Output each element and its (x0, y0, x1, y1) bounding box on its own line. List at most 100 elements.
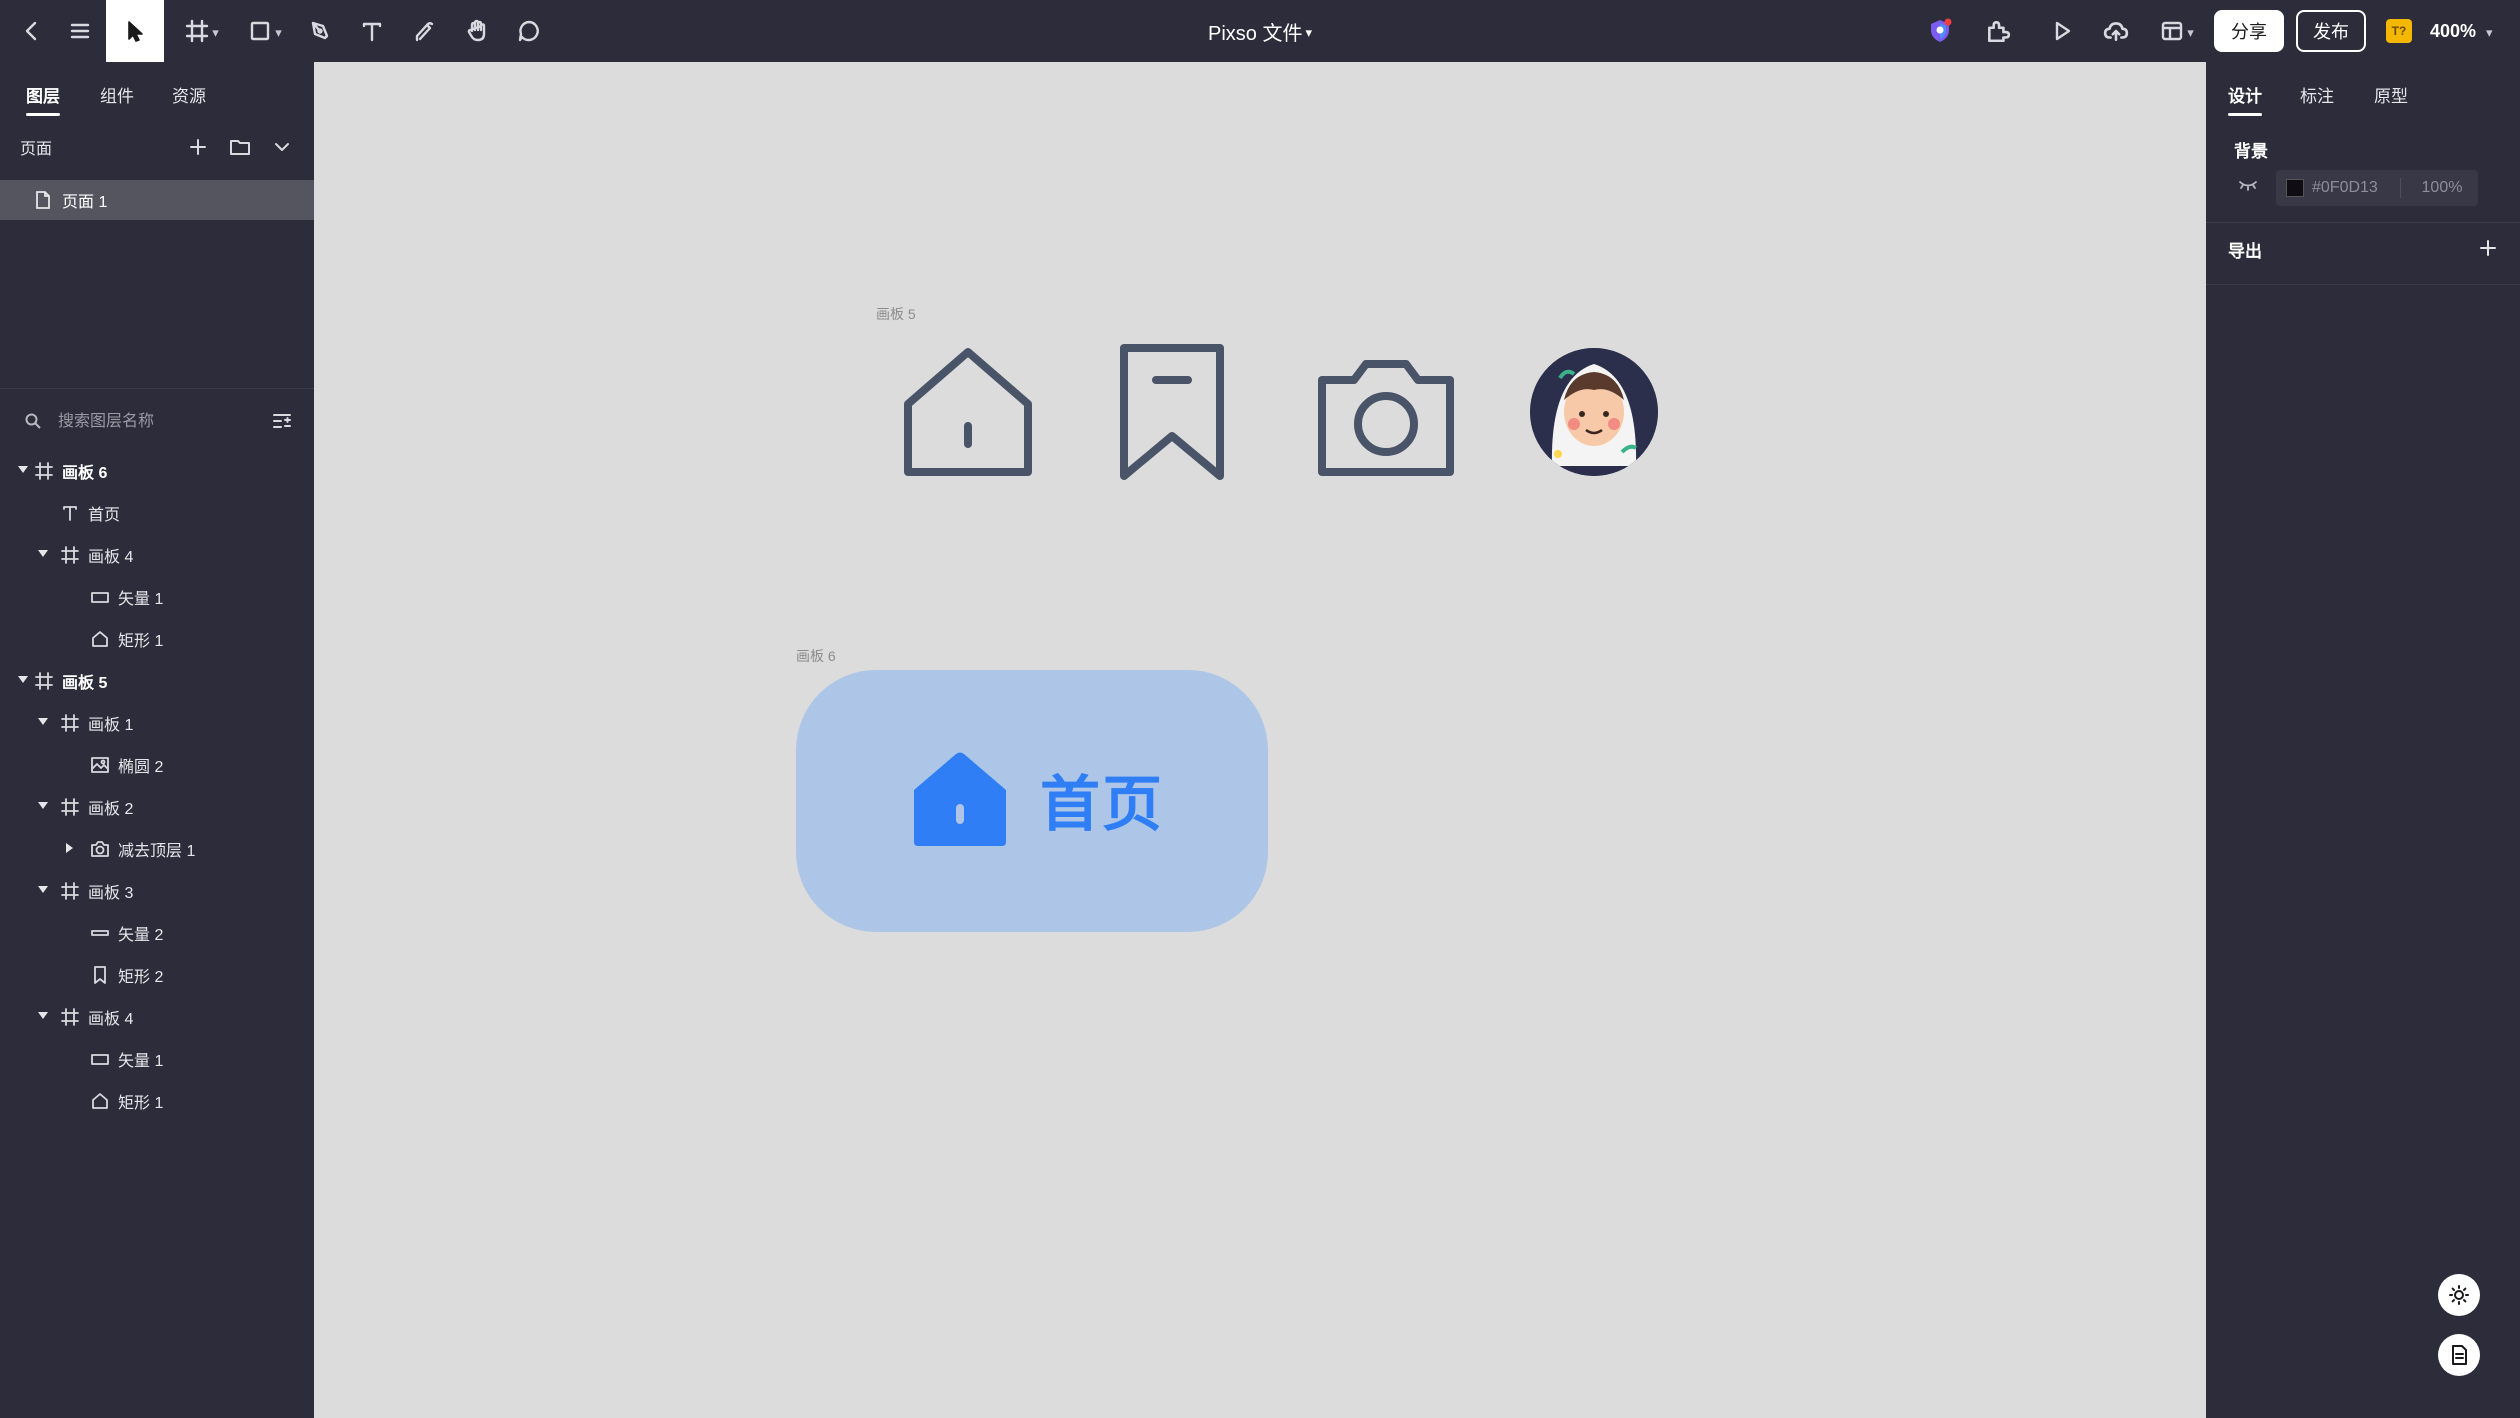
right-panel: 设计 标注 原型 背景 #0F0D13 100% 导出 (2206, 62, 2520, 1418)
tab-layers[interactable]: 图层 (26, 72, 60, 116)
divider (2400, 178, 2401, 198)
upload-cloud-icon[interactable] (2096, 0, 2136, 62)
tab-assets[interactable]: 资源 (172, 72, 206, 116)
layer-item[interactable]: 画板 4 (0, 534, 314, 576)
move-tool-icon[interactable] (106, 0, 164, 62)
page-item[interactable]: 页面 1 (0, 180, 314, 220)
text-tool-icon[interactable] (354, 0, 390, 62)
hand-tool-icon[interactable] (458, 0, 496, 62)
add-export-icon[interactable] (2478, 238, 2498, 263)
zoom-menu[interactable]: 400% ▾ (2430, 0, 2493, 62)
design-canvas[interactable]: 画板 5 画板 6 首页 (314, 62, 2206, 1418)
caret-down-icon[interactable] (38, 718, 48, 725)
layer-item-label: 画板 1 (88, 717, 134, 734)
tab-design[interactable]: 设计 (2228, 72, 2262, 116)
tab-prototype[interactable]: 原型 (2374, 72, 2408, 116)
background-opacity-value[interactable]: 100% (2412, 170, 2472, 206)
layer-item-label: 减去顶层 1 (118, 843, 196, 860)
tab-annotate[interactable]: 标注 (2300, 72, 2334, 116)
home-outline-icon[interactable] (902, 344, 1034, 485)
shape-tool-icon[interactable]: ▾ (240, 0, 290, 62)
bookmark-icon (90, 965, 110, 985)
frame-icon (60, 797, 80, 817)
publish-button[interactable]: 发布 (2296, 10, 2366, 52)
layer-item-label: 画板 4 (88, 549, 134, 566)
filter-icon[interactable] (272, 412, 292, 435)
avatar-illustration[interactable] (1530, 348, 1658, 476)
team-shield-icon[interactable] (1920, 0, 1960, 62)
layer-item-label: 首页 (88, 507, 121, 524)
frame-icon (60, 881, 80, 901)
collapse-pages-icon[interactable] (270, 135, 294, 159)
layer-item[interactable]: 椭圆 2 (0, 744, 314, 786)
caret-down-icon[interactable] (18, 676, 28, 683)
eye-closed-icon[interactable] (2238, 178, 2258, 196)
search-icon (24, 412, 42, 435)
document-notes-button[interactable] (2438, 1334, 2480, 1376)
layer-item[interactable]: 画板 1 (0, 702, 314, 744)
page-icon (34, 190, 52, 215)
layer-item[interactable]: 矩形 1 (0, 618, 314, 660)
background-fill-field[interactable]: #0F0D13 100% (2276, 170, 2478, 206)
menu-icon[interactable] (58, 0, 102, 62)
plugins-icon[interactable] (1978, 0, 2018, 62)
layer-item-label: 椭圆 2 (118, 759, 164, 776)
top-toolbar: ▾ ▾ Pixso 文件 ▾ ▾ 分享 发布 T? 400% ▾ (0, 0, 2520, 62)
caret-down-icon[interactable] (38, 886, 48, 893)
divider (2206, 284, 2520, 285)
chevron-down-icon: ▾ (212, 25, 219, 40)
layer-item[interactable]: 画板 6 (0, 450, 314, 492)
pixso-editor: ▾ ▾ Pixso 文件 ▾ ▾ 分享 发布 T? 400% ▾ 图层 组件 资… (0, 0, 2520, 1418)
frame-label-6[interactable]: 画板 6 (796, 646, 836, 666)
zoom-level: 400% (2430, 20, 2477, 41)
layer-item[interactable]: 首页 (0, 492, 314, 534)
theme-toggle-button[interactable] (2438, 1274, 2480, 1316)
document-title-menu[interactable]: Pixso 文件 ▾ (1160, 0, 1360, 62)
divider (2206, 222, 2520, 223)
caret-down-icon[interactable] (38, 802, 48, 809)
frame-label-5[interactable]: 画板 5 (876, 304, 916, 324)
add-page-icon[interactable] (186, 135, 210, 159)
layer-item-label: 矩形 1 (118, 1095, 164, 1112)
missing-font-badge[interactable]: T? (2386, 19, 2412, 43)
layer-item[interactable]: 减去顶层 1 (0, 828, 314, 870)
play-icon[interactable] (2044, 0, 2080, 62)
image-icon (90, 755, 110, 775)
layer-item[interactable]: 矢量 2 (0, 912, 314, 954)
folder-icon[interactable] (228, 135, 252, 159)
layer-item[interactable]: 画板 3 (0, 870, 314, 912)
document-title: Pixso 文件 (1208, 22, 1303, 45)
house-icon (90, 1091, 110, 1111)
back-icon[interactable] (10, 0, 54, 62)
layer-item[interactable]: 画板 2 (0, 786, 314, 828)
background-hex-value[interactable]: #0F0D13 (2312, 170, 2378, 206)
pencil-tool-icon[interactable] (406, 0, 442, 62)
pen-tool-icon[interactable] (302, 0, 338, 62)
home-tab-card[interactable]: 首页 (796, 670, 1268, 932)
text-icon (60, 503, 80, 523)
layer-item[interactable]: 矢量 1 (0, 576, 314, 618)
bookmark-outline-icon[interactable] (1116, 340, 1228, 489)
frame-icon (60, 1007, 80, 1027)
layer-search-input[interactable] (58, 408, 258, 436)
layer-item[interactable]: 矩形 2 (0, 954, 314, 996)
layer-item[interactable]: 画板 5 (0, 660, 314, 702)
caret-down-icon[interactable] (38, 1012, 48, 1019)
caret-down-icon[interactable] (38, 550, 48, 557)
layer-item[interactable]: 矢量 1 (0, 1038, 314, 1080)
chevron-down-icon: ▾ (275, 25, 282, 40)
layout-icon[interactable]: ▾ (2152, 0, 2202, 62)
frame-tool-icon[interactable]: ▾ (178, 0, 226, 62)
layer-item[interactable]: 矩形 1 (0, 1080, 314, 1122)
layer-item[interactable]: 画板 4 (0, 996, 314, 1038)
share-button[interactable]: 分享 (2214, 10, 2284, 52)
divider (0, 388, 314, 389)
document-icon (2452, 1345, 2467, 1365)
camera-outline-icon[interactable] (1314, 358, 1458, 483)
caret-right-icon[interactable] (66, 843, 73, 853)
rect-icon (90, 1049, 110, 1069)
comment-tool-icon[interactable] (510, 0, 548, 62)
caret-down-icon[interactable] (18, 466, 28, 473)
tab-components[interactable]: 组件 (100, 72, 134, 116)
color-swatch[interactable] (2286, 179, 2304, 197)
